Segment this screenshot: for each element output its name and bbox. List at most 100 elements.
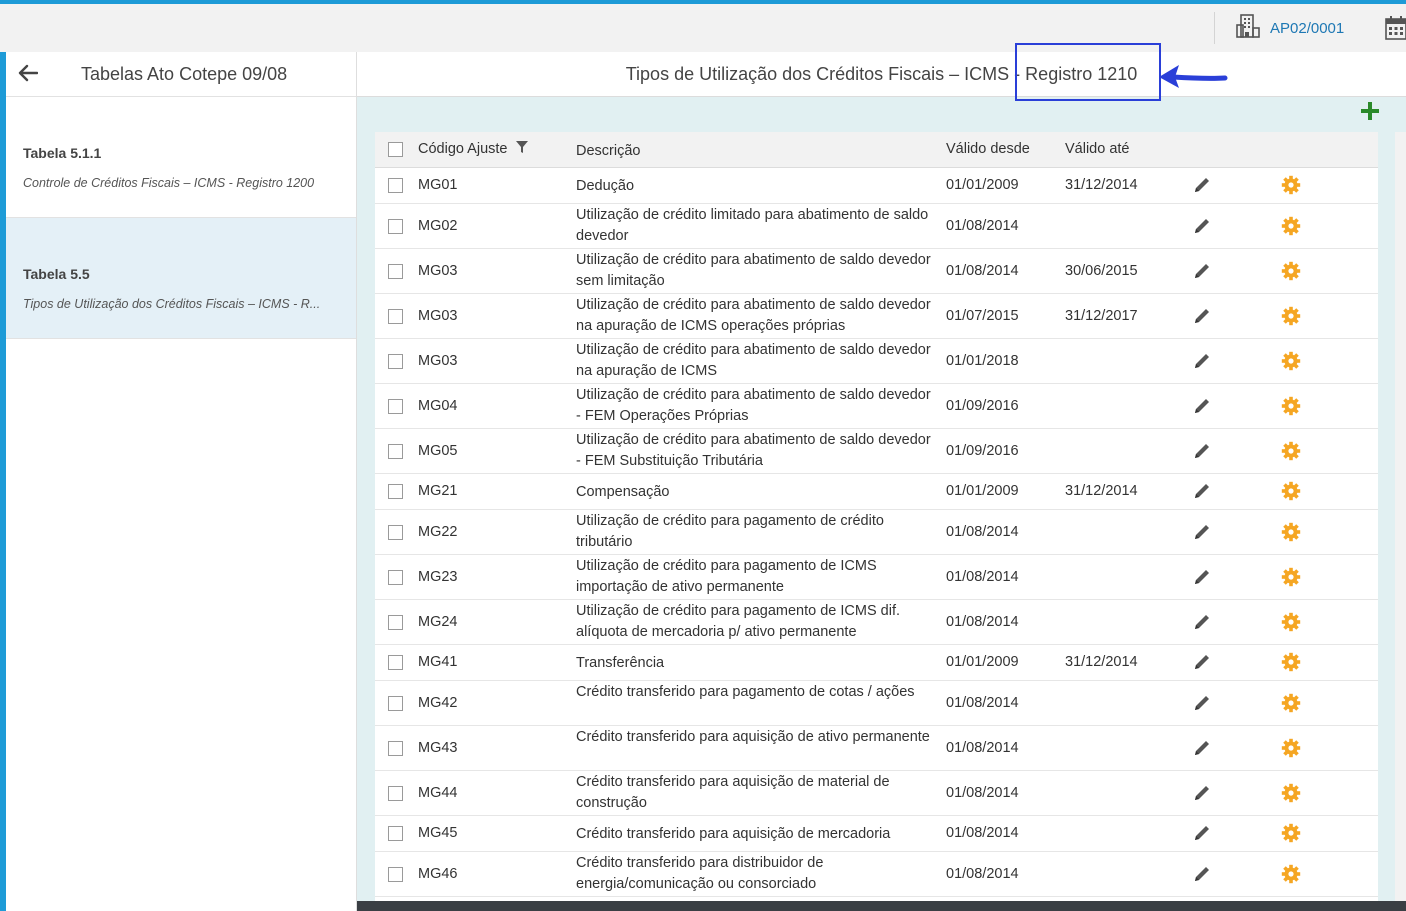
row-checkbox[interactable] bbox=[388, 218, 403, 234]
row-code: MG46 bbox=[418, 865, 458, 882]
sidebar-header: Tabelas Ato Cotepe 09/08 bbox=[6, 52, 356, 97]
table-row[interactable]: MG22 Utilização de crédito para pagamento… bbox=[375, 510, 1378, 555]
edit-icon[interactable] bbox=[1192, 175, 1212, 199]
back-arrow-icon[interactable] bbox=[18, 64, 39, 87]
row-checkbox[interactable] bbox=[388, 353, 403, 369]
edit-icon[interactable] bbox=[1192, 864, 1212, 888]
settings-gear-icon[interactable] bbox=[1281, 738, 1301, 762]
row-code: MG03 bbox=[418, 262, 458, 279]
row-valid-from: 01/08/2014 bbox=[946, 262, 1019, 279]
table-row[interactable]: MG05 Utilização de crédito para abatiment… bbox=[375, 429, 1378, 474]
table-row[interactable]: MG04 Utilização de crédito para abatiment… bbox=[375, 384, 1378, 429]
table-row[interactable]: MG41 Transferência 01/01/2009 31/12/2014 bbox=[375, 645, 1378, 681]
row-checkbox[interactable] bbox=[388, 785, 403, 801]
table-row[interactable]: MG01 Dedução 01/01/2009 31/12/2014 bbox=[375, 168, 1378, 204]
table-row[interactable]: MG43 Crédito transferido para aquisição d… bbox=[375, 726, 1378, 771]
filter-icon[interactable] bbox=[515, 141, 528, 157]
settings-gear-icon[interactable] bbox=[1281, 823, 1301, 847]
table-row[interactable]: MG42 Crédito transferido para pagamento d… bbox=[375, 681, 1378, 726]
company-code[interactable]: AP02/0001 bbox=[1270, 20, 1344, 37]
settings-gear-icon[interactable] bbox=[1281, 522, 1301, 546]
edit-icon[interactable] bbox=[1192, 441, 1212, 465]
edit-icon[interactable] bbox=[1192, 738, 1212, 762]
header-code[interactable]: Código Ajuste bbox=[418, 141, 528, 157]
row-code: MG44 bbox=[418, 784, 458, 801]
settings-gear-icon[interactable] bbox=[1281, 261, 1301, 285]
scrollbar[interactable] bbox=[1395, 132, 1406, 902]
row-code: MG02 bbox=[418, 217, 458, 234]
row-checkbox[interactable] bbox=[388, 569, 403, 585]
edit-icon[interactable] bbox=[1192, 567, 1212, 591]
row-checkbox[interactable] bbox=[388, 655, 403, 670]
row-valid-from: 01/08/2014 bbox=[946, 739, 1019, 756]
settings-gear-icon[interactable] bbox=[1281, 783, 1301, 807]
row-description: Utilização de crédito para abatimento de… bbox=[576, 387, 931, 424]
row-checkbox[interactable] bbox=[388, 308, 403, 324]
edit-icon[interactable] bbox=[1192, 396, 1212, 420]
edit-icon[interactable] bbox=[1192, 652, 1212, 676]
settings-gear-icon[interactable] bbox=[1281, 693, 1301, 717]
row-checkbox[interactable] bbox=[388, 740, 403, 756]
top-bar: AP02/0001 bbox=[0, 4, 1406, 53]
edit-icon[interactable] bbox=[1192, 216, 1212, 240]
company-selector[interactable]: AP02/0001 bbox=[1236, 13, 1344, 43]
edit-icon[interactable] bbox=[1192, 522, 1212, 546]
sidebar-item-tabela-5-5[interactable]: Tabela 5.5 Tipos de Utilização dos Crédi… bbox=[6, 218, 356, 339]
table-row[interactable]: MG21 Compensação 01/01/2009 31/12/2014 bbox=[375, 474, 1378, 510]
edit-icon[interactable] bbox=[1192, 612, 1212, 636]
row-checkbox[interactable] bbox=[388, 695, 403, 711]
table-row[interactable]: MG02 Utilização de crédito limitado para … bbox=[375, 204, 1378, 249]
table-row[interactable]: MG44 Crédito transferido para aquisição d… bbox=[375, 771, 1378, 816]
row-valid-to: 31/12/2014 bbox=[1065, 654, 1138, 670]
add-icon[interactable] bbox=[1360, 101, 1380, 121]
settings-gear-icon[interactable] bbox=[1281, 441, 1301, 465]
settings-gear-icon[interactable] bbox=[1281, 652, 1301, 676]
edit-icon[interactable] bbox=[1192, 351, 1212, 375]
table-row[interactable]: MG03 Utilização de crédito para abatiment… bbox=[375, 249, 1378, 294]
settings-gear-icon[interactable] bbox=[1281, 481, 1301, 505]
settings-gear-icon[interactable] bbox=[1281, 612, 1301, 636]
settings-gear-icon[interactable] bbox=[1281, 864, 1301, 888]
edit-icon[interactable] bbox=[1192, 823, 1212, 847]
settings-gear-icon[interactable] bbox=[1281, 175, 1301, 199]
row-checkbox[interactable] bbox=[388, 866, 403, 882]
edit-icon[interactable] bbox=[1192, 693, 1212, 717]
settings-gear-icon[interactable] bbox=[1281, 306, 1301, 330]
row-code: MG21 bbox=[418, 483, 458, 499]
annotation-arrow-icon bbox=[1149, 58, 1229, 103]
edit-icon[interactable] bbox=[1192, 306, 1212, 330]
sidebar-item-tabela-5-1-1[interactable]: Tabela 5.1.1 Controle de Créditos Fiscai… bbox=[6, 97, 356, 218]
row-checkbox[interactable] bbox=[388, 263, 403, 279]
row-valid-from: 01/09/2016 bbox=[946, 397, 1019, 414]
row-code: MG04 bbox=[418, 397, 458, 414]
row-checkbox[interactable] bbox=[388, 614, 403, 630]
row-checkbox[interactable] bbox=[388, 524, 403, 540]
edit-icon[interactable] bbox=[1192, 783, 1212, 807]
settings-gear-icon[interactable] bbox=[1281, 567, 1301, 591]
row-valid-from: 01/01/2009 bbox=[946, 483, 1019, 499]
row-valid-from: 01/01/2009 bbox=[946, 654, 1019, 670]
table-row[interactable]: MG03 Utilização de crédito para abatiment… bbox=[375, 339, 1378, 384]
table-row[interactable]: MG45 Crédito transferido para aquisição d… bbox=[375, 816, 1378, 852]
row-code: MG22 bbox=[418, 523, 458, 540]
row-description: Utilização de crédito para pagamento de … bbox=[576, 603, 901, 640]
row-checkbox[interactable] bbox=[388, 484, 403, 499]
settings-gear-icon[interactable] bbox=[1281, 351, 1301, 375]
sidebar-title: Tabelas Ato Cotepe 09/08 bbox=[81, 64, 288, 84]
row-checkbox[interactable] bbox=[388, 178, 403, 193]
table-row[interactable]: MG03 Utilização de crédito para abatiment… bbox=[375, 294, 1378, 339]
row-valid-from: 01/07/2015 bbox=[946, 307, 1019, 324]
settings-gear-icon[interactable] bbox=[1281, 216, 1301, 240]
edit-icon[interactable] bbox=[1192, 481, 1212, 505]
table-row[interactable]: MG24 Utilização de crédito para pagamento… bbox=[375, 600, 1378, 645]
settings-gear-icon[interactable] bbox=[1281, 396, 1301, 420]
table-row[interactable]: MG46 Crédito transferido para distribuido… bbox=[375, 852, 1378, 897]
select-all-checkbox[interactable] bbox=[388, 142, 403, 157]
calendar-icon[interactable] bbox=[1385, 16, 1406, 45]
row-checkbox[interactable] bbox=[388, 826, 403, 841]
row-valid-from: 01/08/2014 bbox=[946, 825, 1019, 841]
row-checkbox[interactable] bbox=[388, 443, 403, 459]
table-row[interactable]: MG23 Utilização de crédito para pagamento… bbox=[375, 555, 1378, 600]
edit-icon[interactable] bbox=[1192, 261, 1212, 285]
row-checkbox[interactable] bbox=[388, 398, 403, 414]
